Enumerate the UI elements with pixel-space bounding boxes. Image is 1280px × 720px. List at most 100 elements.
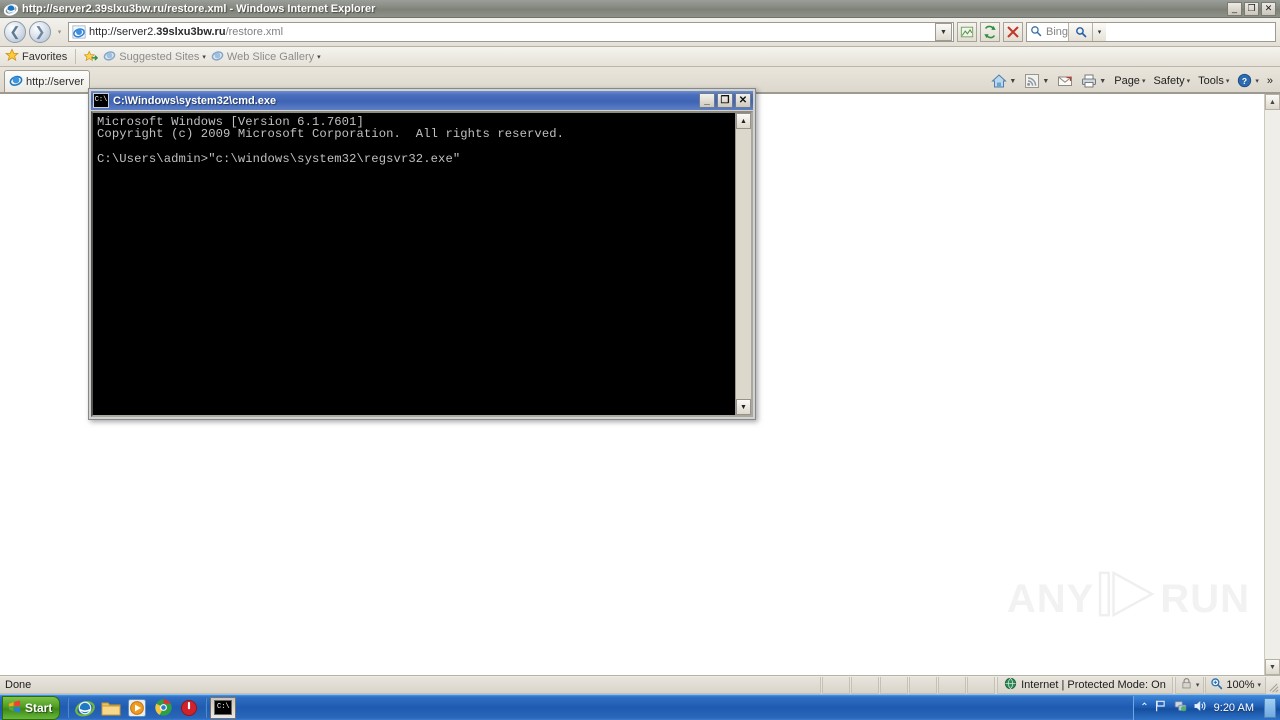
compatibility-view-button[interactable]	[957, 22, 977, 42]
favorites-bar: Favorites Suggested Sites ▾ Web Slice Ga…	[0, 47, 1280, 67]
close-button[interactable]: ✕	[1261, 1, 1276, 16]
cmd-console-icon: C:\	[93, 93, 109, 108]
chevron-down-icon[interactable]: ▼	[1009, 78, 1016, 85]
home-icon	[991, 73, 1008, 89]
zoom-control[interactable]: 100% ▾	[1205, 676, 1266, 694]
tools-menu-button[interactable]: Tools ▾	[1195, 75, 1232, 87]
search-go-button[interactable]	[1068, 23, 1093, 41]
lock-icon	[1180, 677, 1193, 693]
address-dropdown-icon[interactable]: ▼	[935, 23, 952, 41]
internet-zone-icon	[1004, 677, 1017, 693]
start-label: Start	[25, 700, 53, 715]
cmd-scroll-down-arrow-icon[interactable]: ▼	[736, 399, 751, 415]
navigation-bar: ❮ ❯ ▾ http://server2.39slxu3bw.ru/restor…	[0, 18, 1280, 47]
help-menu-button[interactable]: ? ▾	[1234, 73, 1262, 89]
clock[interactable]: 9:20 AM	[1212, 702, 1256, 714]
cmd-minimize-button[interactable]: _	[699, 93, 715, 108]
chevron-down-icon[interactable]: ▾	[1142, 77, 1146, 85]
taskbar-media-player-icon[interactable]	[124, 697, 150, 719]
cmd-scrollbar-track[interactable]	[736, 129, 751, 399]
web-slice-gallery-button[interactable]: Web Slice Gallery ▾	[211, 49, 321, 65]
print-button[interactable]: ▼	[1078, 73, 1109, 89]
print-icon	[1081, 73, 1097, 89]
security-zone-label: Internet | Protected Mode: On	[1021, 678, 1166, 691]
command-bar-overflow-button[interactable]: »	[1264, 75, 1276, 87]
scroll-up-arrow-icon[interactable]: ▲	[1265, 94, 1280, 110]
add-to-favorites-bar-button[interactable]	[84, 49, 99, 64]
refresh-button[interactable]	[980, 22, 1000, 42]
mail-button[interactable]	[1054, 73, 1076, 89]
command-bar: ▼ ▼ ▼ Page ▾ Safety ▾ Tools ▾ ? ▾ »	[988, 73, 1276, 89]
watermark-text-left: ANY	[1006, 576, 1095, 621]
cmd-title-bar[interactable]: C:\ C:\Windows\system32\cmd.exe _ ❐ ✕	[91, 91, 753, 110]
security-zone-indicator[interactable]: Internet | Protected Mode: On	[997, 676, 1173, 694]
taskbar-shutdown-app-icon[interactable]	[176, 697, 202, 719]
cmd-body: Microsoft Windows [Version 6.1.7601] Cop…	[91, 111, 753, 417]
page-menu-button[interactable]: Page ▾	[1111, 75, 1148, 87]
search-box[interactable]: Bing ▾	[1026, 22, 1276, 42]
chevron-down-icon[interactable]: ▾	[202, 53, 206, 61]
chevron-down-icon[interactable]: ▾	[1187, 77, 1191, 85]
scroll-down-arrow-icon[interactable]: ▼	[1265, 659, 1280, 675]
volume-icon[interactable]	[1193, 699, 1207, 716]
recent-pages-dropdown-icon[interactable]: ▾	[54, 22, 65, 42]
chevron-down-icon[interactable]: ▾	[1257, 681, 1261, 689]
address-url[interactable]: http://server2.39slxu3bw.ru/restore.xml	[89, 26, 935, 38]
safety-menu-button[interactable]: Safety ▾	[1150, 75, 1193, 87]
cmd-maximize-button[interactable]: ❐	[717, 93, 733, 108]
chevron-down-icon[interactable]: ▼	[1099, 78, 1106, 85]
minimize-button[interactable]: _	[1227, 1, 1242, 16]
action-center-flag-icon[interactable]	[1154, 699, 1168, 716]
watermark-play-logo-icon	[1098, 569, 1156, 629]
status-cell	[851, 676, 880, 694]
cmd-close-button[interactable]: ✕	[735, 93, 751, 108]
cmd-scroll-up-arrow-icon[interactable]: ▲	[736, 113, 751, 129]
taskbar-windows-explorer-icon[interactable]	[98, 697, 124, 719]
cmd-taskbar-icon: C:\	[214, 700, 233, 715]
console-output[interactable]: Microsoft Windows [Version 6.1.7601] Cop…	[93, 113, 735, 415]
cmd-window-controls: _ ❐ ✕	[699, 93, 751, 108]
taskbar-separator	[205, 697, 208, 718]
page-vertical-scrollbar[interactable]: ▲ ▼	[1264, 94, 1280, 675]
taskbar-google-chrome-icon[interactable]	[150, 697, 176, 719]
restore-button[interactable]: ❐	[1244, 1, 1259, 16]
resize-grip[interactable]	[1266, 677, 1280, 694]
taskbar-internet-explorer-icon[interactable]	[72, 697, 98, 719]
show-desktop-button[interactable]	[1264, 697, 1276, 718]
tab-restore-xml[interactable]: http://server	[4, 70, 90, 92]
tab-label: http://server	[26, 75, 85, 88]
star-icon	[4, 48, 20, 65]
stop-button[interactable]	[1003, 22, 1023, 42]
feeds-button[interactable]: ▼	[1021, 73, 1052, 89]
chevron-down-icon[interactable]: ▾	[1196, 681, 1200, 689]
home-button[interactable]: ▼	[988, 73, 1019, 89]
address-bar[interactable]: http://server2.39slxu3bw.ru/restore.xml …	[68, 22, 954, 42]
protected-mode-toggle[interactable]: ▾	[1174, 676, 1205, 694]
chevron-down-icon[interactable]: ▾	[1226, 77, 1230, 85]
favorites-label: Favorites	[22, 50, 68, 63]
favorites-button[interactable]: Favorites	[4, 48, 68, 65]
chevron-down-icon[interactable]: ▾	[317, 53, 321, 61]
help-icon: ?	[1237, 73, 1253, 89]
show-hidden-icons-button[interactable]: ⌃	[1140, 702, 1148, 713]
status-cell	[938, 676, 967, 694]
chevron-down-icon[interactable]: ▼	[1042, 78, 1049, 85]
search-dropdown-icon[interactable]: ▾	[1092, 23, 1107, 41]
suggested-sites-button[interactable]: Suggested Sites ▾	[103, 49, 206, 65]
cmd-vertical-scrollbar[interactable]: ▲ ▼	[735, 113, 751, 415]
start-button[interactable]: Start	[2, 695, 61, 720]
page-favicon-icon	[72, 25, 86, 39]
ie-title-bar: http://server2.39slxu3bw.ru/restore.xml …	[0, 0, 1280, 18]
search-placeholder: Bing	[1046, 26, 1069, 38]
chevron-down-icon[interactable]: ▾	[1255, 77, 1259, 85]
back-button[interactable]: ❮	[4, 21, 26, 43]
forward-button[interactable]: ❯	[29, 21, 51, 43]
network-icon[interactable]	[1173, 699, 1188, 716]
status-message: Done	[0, 676, 822, 694]
anyrun-watermark: ANY RUN	[1007, 569, 1250, 629]
safety-menu-label: Safety	[1153, 75, 1185, 87]
taskbar-button-cmd-exe[interactable]: C:\	[210, 696, 237, 719]
command-prompt-window[interactable]: C:\ C:\Windows\system32\cmd.exe _ ❐ ✕ Mi…	[88, 88, 756, 420]
status-cell	[909, 676, 938, 694]
page-menu-label: Page	[1114, 75, 1140, 87]
